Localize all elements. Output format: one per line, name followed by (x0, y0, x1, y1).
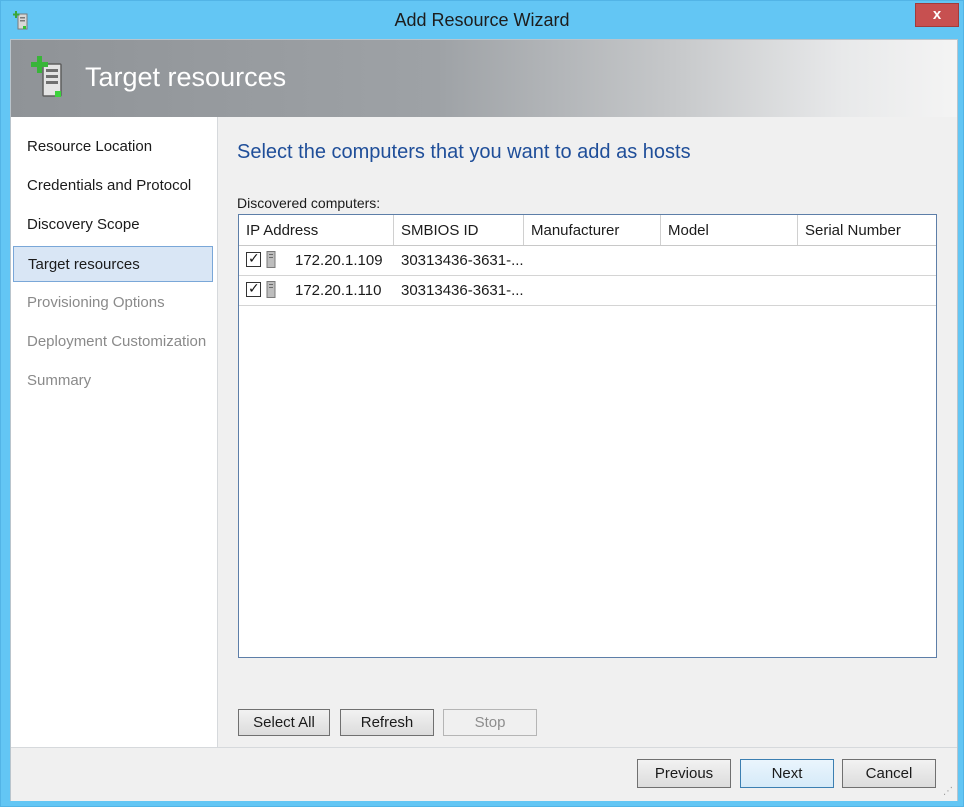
discovered-computers-grid[interactable]: IP Address SMBIOS ID Manufacturer Model … (238, 214, 937, 658)
row-checkbox[interactable]: ✓ (246, 280, 261, 297)
wizard-footer: Previous Next Cancel ⋰ (11, 747, 957, 801)
page-title: Target resources (85, 62, 287, 92)
column-header-manufacturer[interactable]: Manufacturer (524, 215, 661, 245)
wizard-steps-nav: Resource Location Credentials and Protoc… (11, 117, 218, 747)
discovered-computers-label: Discovered computers: (237, 195, 381, 211)
nav-item-target-resources[interactable]: Target resources (13, 246, 213, 282)
grid-header: IP Address SMBIOS ID Manufacturer Model … (239, 215, 936, 246)
cell-ip-address: 172.20.1.110 (295, 282, 382, 299)
refresh-button[interactable]: Refresh (340, 709, 434, 736)
previous-button[interactable]: Previous (637, 759, 731, 788)
table-row[interactable]: ✓ 172.20.1.110 30313436-3631-... (239, 276, 936, 306)
cell-smbios-id: 30313436-3631-... (401, 282, 524, 299)
add-server-icon (31, 56, 62, 97)
wizard-client-area: Target resources Resource Location Crede… (10, 39, 958, 801)
stop-button: Stop (443, 709, 537, 736)
nav-item-provisioning-options: Provisioning Options (27, 294, 165, 311)
cell-smbios-id: 30313436-3631-... (401, 252, 524, 269)
column-header-smbios-id[interactable]: SMBIOS ID (394, 215, 524, 245)
cancel-button[interactable]: Cancel (842, 759, 936, 788)
nav-item-deployment-customization: Deployment Customization (27, 333, 207, 350)
nav-item-credentials-and-protocol[interactable]: Credentials and Protocol (13, 168, 213, 204)
table-row[interactable]: ✓ 172.20.1.109 30313436-3631-... (239, 246, 936, 276)
title-bar[interactable]: Add Resource Wizard x (1, 1, 963, 39)
select-all-button[interactable]: Select All (238, 709, 330, 736)
resize-grip-icon[interactable]: ⋰ (943, 786, 953, 797)
server-icon (266, 281, 276, 298)
nav-item-resource-location[interactable]: Resource Location (13, 129, 213, 165)
page-heading: Select the computers that you want to ad… (237, 141, 691, 163)
cell-ip-address: 172.20.1.109 (295, 252, 383, 269)
main-panel: Select the computers that you want to ad… (218, 117, 957, 764)
header-banner: Target resources (11, 40, 957, 117)
nav-item-discovery-scope[interactable]: Discovery Scope (13, 207, 213, 243)
server-icon (266, 251, 276, 268)
column-header-model[interactable]: Model (661, 215, 798, 245)
next-button[interactable]: Next (740, 759, 834, 788)
checkmark-icon: ✓ (248, 250, 260, 266)
column-header-ip-address[interactable]: IP Address (239, 215, 394, 245)
wizard-window: Add Resource Wizard x Target resources R… (0, 0, 964, 807)
row-checkbox[interactable]: ✓ (246, 250, 261, 267)
nav-item-summary: Summary (27, 372, 92, 389)
checkmark-icon: ✓ (248, 280, 260, 296)
window-title: Add Resource Wizard (394, 10, 570, 30)
close-button[interactable]: x (915, 3, 959, 27)
column-header-serial-number[interactable]: Serial Number (798, 215, 936, 245)
